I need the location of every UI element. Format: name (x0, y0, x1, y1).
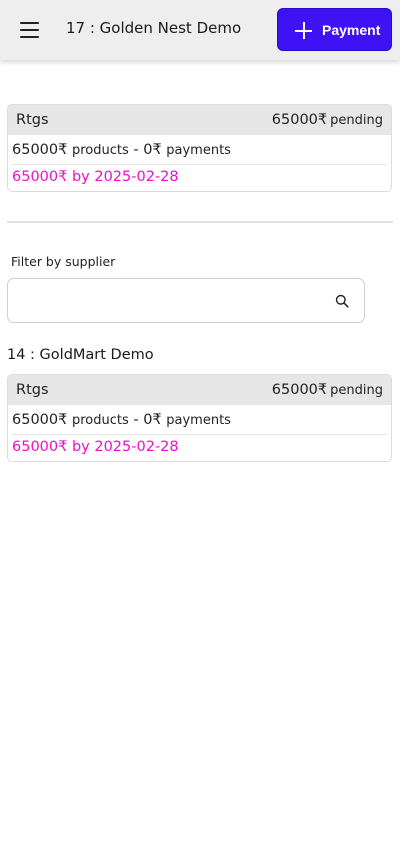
plus-icon (295, 22, 312, 39)
products-amount: 65000₹ (12, 412, 68, 428)
amount-value: 65000₹ (271, 112, 328, 128)
payments-amount: 0₹ (143, 142, 162, 158)
status-label: pending (330, 113, 383, 128)
supplier-filter-box[interactable] (7, 278, 365, 323)
payment-button-label: Payment (322, 22, 381, 38)
products-label: products (71, 413, 129, 428)
hamburger-menu-icon[interactable] (20, 21, 39, 38)
supplier-filter-input[interactable] (18, 287, 318, 315)
payments-label: payments (166, 143, 231, 158)
payments-label: payments (166, 413, 231, 428)
status-label: pending (330, 383, 383, 398)
search-icon[interactable] (335, 294, 349, 308)
supplier-payment-card[interactable]: Rtgs 65000₹ pending 65000₹ products - 0₹ … (7, 374, 392, 462)
products-payments-line: 65000₹ products - 0₹ payments (12, 412, 231, 428)
separator: - (133, 412, 139, 428)
products-payments-line: 65000₹ products - 0₹ payments (12, 142, 231, 158)
due-date-text: 65000₹ by 2025-02-28 (12, 169, 179, 185)
payment-method: Rtgs (16, 112, 49, 128)
supplier-heading: 14 : GoldMart Demo (7, 347, 154, 363)
card-header: Rtgs 65000₹ pending (8, 105, 391, 135)
summary-payment-card[interactable]: Rtgs 65000₹ pending 65000₹ products - 0₹ … (7, 104, 392, 192)
products-label: products (71, 143, 129, 158)
pending-amount: 65000₹ pending (272, 382, 383, 398)
section-divider (7, 221, 393, 223)
separator: - (133, 142, 139, 158)
page-title: 17 : Golden Nest Demo (66, 19, 242, 37)
pending-amount: 65000₹ pending (272, 112, 383, 128)
card-header: Rtgs 65000₹ pending (8, 375, 391, 405)
payment-method: Rtgs (16, 382, 49, 398)
card-divider (12, 434, 387, 435)
card-divider (12, 164, 387, 165)
add-payment-button[interactable]: Payment (277, 8, 392, 51)
amount-value: 65000₹ (271, 382, 328, 398)
due-date-text: 65000₹ by 2025-02-28 (12, 439, 179, 455)
filter-label: Filter by supplier (11, 254, 116, 269)
payments-amount: 0₹ (143, 412, 162, 428)
app-header: 17 : Golden Nest Demo Payment (0, 0, 400, 60)
products-amount: 65000₹ (12, 142, 68, 158)
